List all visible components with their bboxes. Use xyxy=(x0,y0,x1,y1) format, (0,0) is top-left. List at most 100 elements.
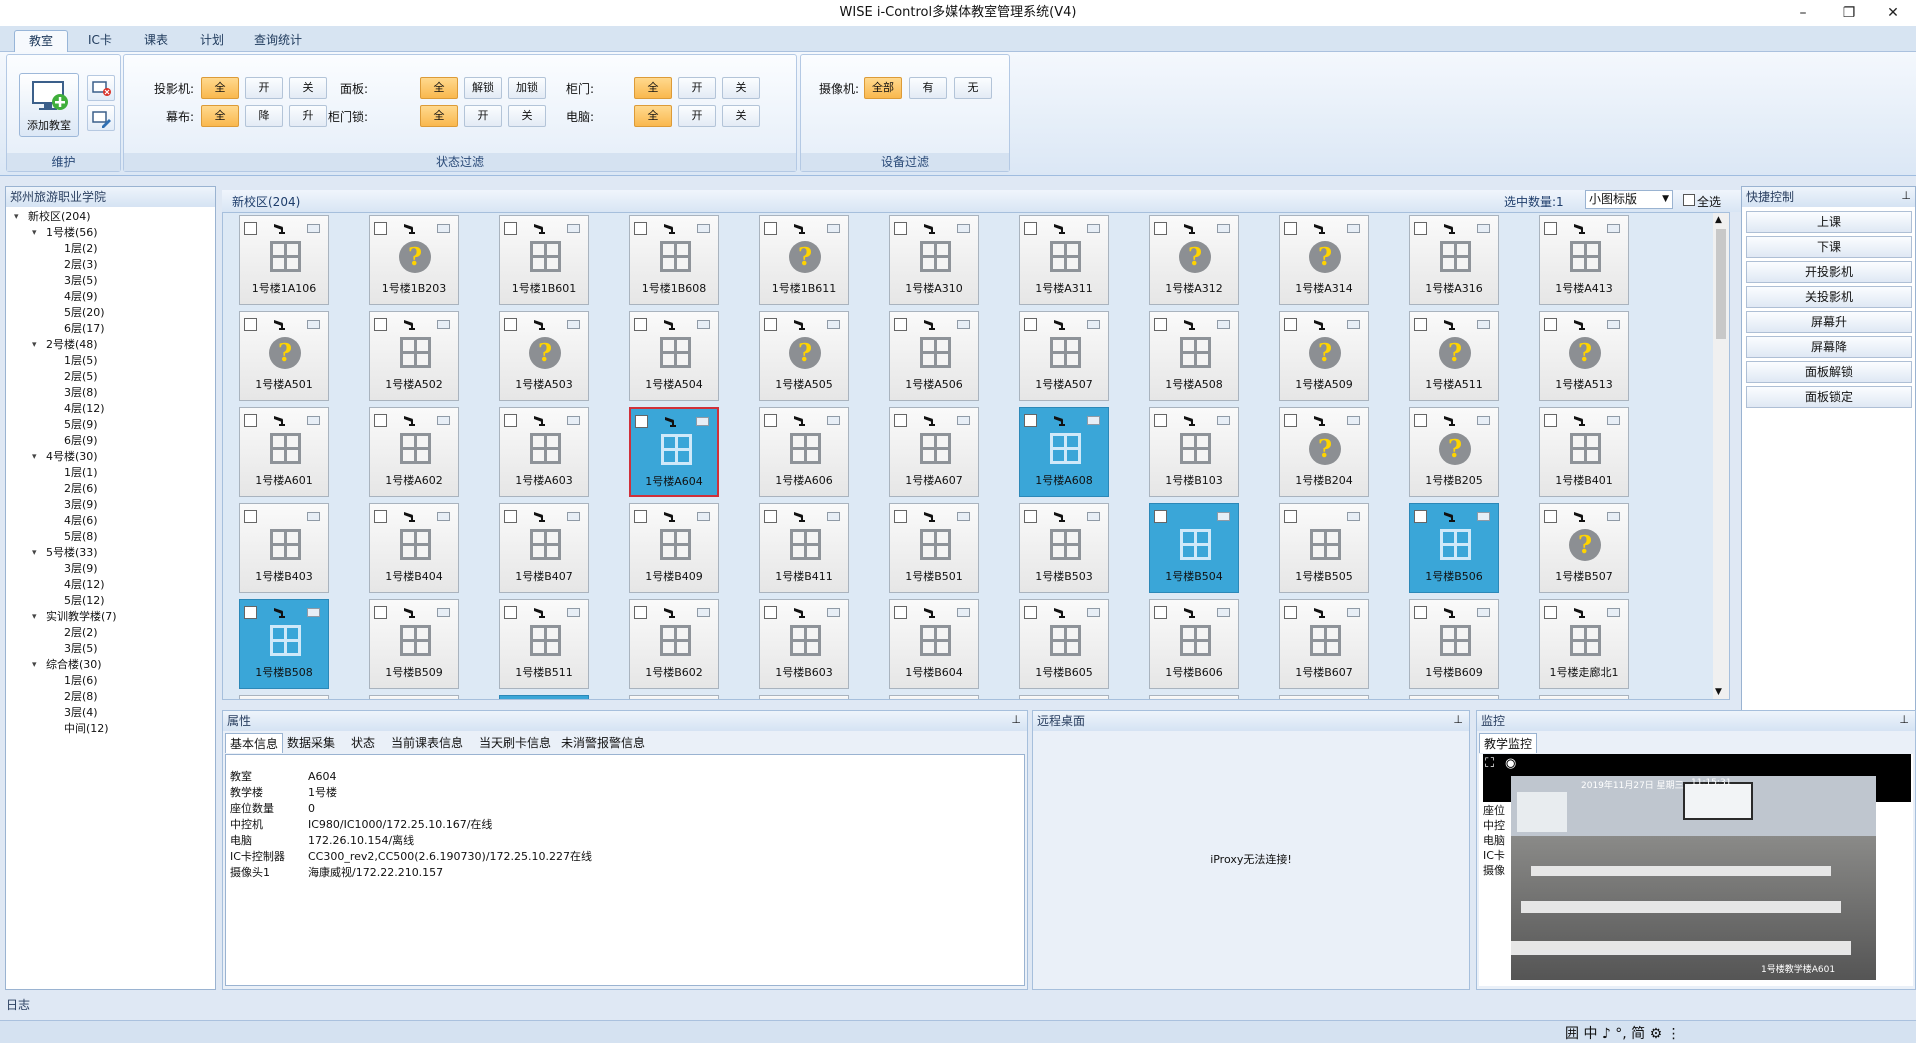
room-name[interactable]: 1号楼B508 xyxy=(240,664,328,680)
camera-icon[interactable] xyxy=(1443,606,1457,618)
room-name[interactable]: 1号楼B506 xyxy=(1410,568,1498,584)
room-tile[interactable]: 1号楼B603 xyxy=(759,599,849,689)
classroom-icon[interactable] xyxy=(400,529,431,560)
unknown-status-icon[interactable]: ? xyxy=(1309,433,1341,465)
classroom-icon[interactable] xyxy=(530,433,561,464)
classroom-icon[interactable] xyxy=(660,337,691,368)
tab-current-schedule[interactable]: 当前课表信息 xyxy=(387,733,467,753)
room-name[interactable]: 1号楼A604 xyxy=(631,473,717,489)
camera-icon[interactable] xyxy=(1573,510,1587,522)
tree-node-label[interactable]: 3层(5) xyxy=(64,641,98,657)
room-name[interactable]: 1号楼A601 xyxy=(240,472,328,488)
monitor-icon[interactable] xyxy=(437,320,450,329)
room-tile[interactable]: 1号楼A506 xyxy=(889,311,979,401)
pin-icon[interactable]: ⊥ xyxy=(1453,713,1463,726)
room-tile[interactable]: 1号楼B411 xyxy=(759,503,849,593)
tree-node-label[interactable]: 1层(6) xyxy=(64,673,98,689)
property-key[interactable]: 教学楼 xyxy=(230,785,263,801)
room-name[interactable]: 1号楼B603 xyxy=(760,664,848,680)
pin-icon[interactable]: ⊥ xyxy=(1899,713,1909,726)
room-tile[interactable]: 1号楼走廊北1 xyxy=(1539,599,1629,689)
room-checkbox[interactable] xyxy=(1414,222,1427,235)
scroll-thumb[interactable] xyxy=(1716,229,1726,339)
room-name[interactable]: 1号楼A607 xyxy=(890,472,978,488)
camera-icon[interactable] xyxy=(1443,318,1457,330)
monitor-icon[interactable] xyxy=(827,320,840,329)
room-name[interactable]: 1号楼1B608 xyxy=(630,280,718,296)
monitor-icon[interactable] xyxy=(1607,320,1620,329)
room-checkbox[interactable] xyxy=(1154,606,1167,619)
monitor-icon[interactable] xyxy=(827,224,840,233)
classroom-icon[interactable] xyxy=(1050,625,1081,656)
room-checkbox[interactable] xyxy=(894,606,907,619)
camera-icon[interactable] xyxy=(923,414,937,426)
room-checkbox[interactable] xyxy=(634,222,647,235)
camera-no-button[interactable]: 无 xyxy=(954,77,992,99)
room-tile[interactable]: 1号楼A602 xyxy=(369,407,459,497)
panel-lock-button[interactable]: 加锁 xyxy=(508,77,546,99)
room-name[interactable]: 1号楼1B203 xyxy=(370,280,458,296)
room-checkbox[interactable] xyxy=(894,414,907,427)
room-checkbox[interactable] xyxy=(1284,318,1297,331)
room-tile[interactable]: ? 1号楼1B203 xyxy=(369,215,459,305)
room-name[interactable]: 1号楼A501 xyxy=(240,376,328,392)
classroom-icon[interactable] xyxy=(920,241,951,272)
room-checkbox[interactable] xyxy=(1024,414,1037,427)
add-room-button[interactable]: 添加教室 xyxy=(19,73,79,137)
room-checkbox[interactable] xyxy=(1284,414,1297,427)
camera-icon[interactable] xyxy=(1313,414,1327,426)
monitor-icon[interactable] xyxy=(1217,512,1230,521)
room-checkbox[interactable] xyxy=(244,222,257,235)
room-tile[interactable]: 1号楼B506 xyxy=(1409,503,1499,593)
monitor-icon[interactable] xyxy=(1607,224,1620,233)
room-name[interactable]: 1号楼B505 xyxy=(1280,568,1368,584)
close-icon[interactable]: ✕ xyxy=(1870,0,1916,26)
classroom-icon[interactable] xyxy=(1570,625,1601,656)
room-tile[interactable] xyxy=(1279,695,1369,699)
room-tile[interactable]: 1号楼A504 xyxy=(629,311,719,401)
tab-basic-info[interactable]: 基本信息 xyxy=(225,733,284,753)
pc-all-button[interactable]: 全 xyxy=(634,105,672,127)
tab-card-swipes[interactable]: 当天刷卡信息 xyxy=(475,733,555,753)
camera-icon[interactable] xyxy=(793,606,807,618)
tree-node-label[interactable]: 4层(9) xyxy=(64,289,98,305)
room-tile[interactable]: 1号楼A607 xyxy=(889,407,979,497)
minimize-icon[interactable]: – xyxy=(1780,0,1826,26)
classroom-icon[interactable] xyxy=(1050,337,1081,368)
monitor-icon[interactable] xyxy=(307,608,320,617)
room-name[interactable]: 1号楼B411 xyxy=(760,568,848,584)
room-checkbox[interactable] xyxy=(1284,606,1297,619)
room-name[interactable]: 1号楼A504 xyxy=(630,376,718,392)
tab-schedule[interactable]: 课表 xyxy=(130,30,182,52)
camera-icon[interactable] xyxy=(533,222,547,234)
screen-down-button[interactable]: 降 xyxy=(245,105,283,127)
room-checkbox[interactable] xyxy=(374,222,387,235)
classroom-icon[interactable] xyxy=(530,625,561,656)
camera-icon[interactable] xyxy=(1573,606,1587,618)
tree-node-label[interactable]: 2号楼(48) xyxy=(46,337,98,353)
tree-node-label[interactable]: 5层(9) xyxy=(64,417,98,433)
monitor-icon[interactable] xyxy=(1347,224,1360,233)
property-value[interactable]: 1号楼 xyxy=(308,785,337,801)
room-name[interactable]: 1号楼B409 xyxy=(630,568,718,584)
camera-icon[interactable] xyxy=(793,318,807,330)
room-checkbox[interactable] xyxy=(1544,606,1557,619)
room-name[interactable]: 1号楼1A106 xyxy=(240,280,328,296)
room-name[interactable]: 1号楼1B601 xyxy=(500,280,588,296)
tree-node-label[interactable]: 6层(17) xyxy=(64,321,105,337)
room-name[interactable]: 1号楼B204 xyxy=(1280,472,1368,488)
cabinet-lock-close-button[interactable]: 关 xyxy=(508,105,546,127)
room-checkbox[interactable] xyxy=(764,318,777,331)
camera-icon[interactable] xyxy=(1053,222,1067,234)
monitor-icon[interactable] xyxy=(567,320,580,329)
camera-icon[interactable] xyxy=(1183,318,1197,330)
room-checkbox[interactable] xyxy=(374,414,387,427)
classroom-icon[interactable] xyxy=(270,529,301,560)
room-tile[interactable]: 1号楼A508 xyxy=(1149,311,1239,401)
monitor-icon[interactable] xyxy=(827,608,840,617)
tab-classroom[interactable]: 教室 xyxy=(14,30,69,52)
room-tile[interactable]: ? 1号楼A314 xyxy=(1279,215,1369,305)
room-name[interactable]: 1号楼B504 xyxy=(1150,568,1238,584)
tree-node-label[interactable]: 3层(9) xyxy=(64,497,98,513)
room-name[interactable]: 1号楼A311 xyxy=(1020,280,1108,296)
